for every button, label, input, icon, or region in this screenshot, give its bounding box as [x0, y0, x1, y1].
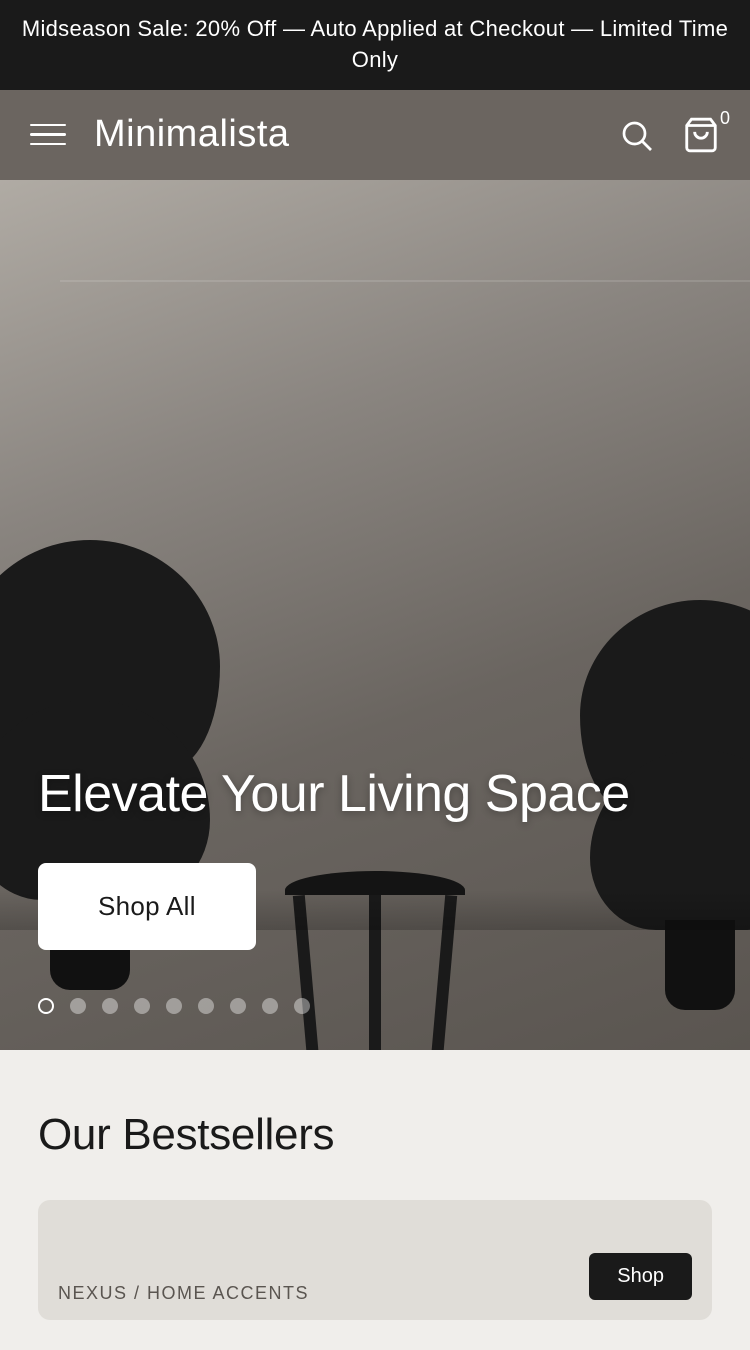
header-left: Minimalista: [30, 113, 290, 156]
hamburger-button[interactable]: [30, 124, 66, 146]
product-shop-button[interactable]: Shop: [589, 1253, 692, 1300]
header: Minimalista 0: [0, 90, 750, 180]
search-icon: [618, 117, 654, 153]
carousel-dot-3[interactable]: [134, 998, 150, 1014]
hero-headline: Elevate Your Living Space: [38, 765, 712, 825]
hero-content: Elevate Your Living Space Shop All: [38, 765, 712, 950]
cart-count: 0: [720, 108, 730, 129]
carousel-dot-6[interactable]: [230, 998, 246, 1014]
cart-button[interactable]: 0: [682, 116, 720, 154]
bestsellers-title: Our Bestsellers: [38, 1110, 712, 1160]
announcement-text: Midseason Sale: 20% Off — Auto Applied a…: [22, 16, 728, 72]
carousel-dot-1[interactable]: [70, 998, 86, 1014]
announcement-bar: Midseason Sale: 20% Off — Auto Applied a…: [0, 0, 750, 90]
brand-name: Minimalista: [94, 113, 290, 156]
carousel-dot-8[interactable]: [294, 998, 310, 1014]
search-button[interactable]: [618, 117, 654, 153]
carousel-dot-5[interactable]: [198, 998, 214, 1014]
carousel-dot-2[interactable]: [102, 998, 118, 1014]
wall-line: [60, 280, 750, 282]
shop-all-button[interactable]: Shop All: [38, 863, 256, 950]
header-right: 0: [618, 116, 720, 154]
product-label: NEXUS / HOME ACCENTS: [58, 1283, 309, 1304]
carousel-dot-7[interactable]: [262, 998, 278, 1014]
bestsellers-section: Our Bestsellers NEXUS / HOME ACCENTS Sho…: [0, 1050, 750, 1350]
cart-icon: [682, 116, 720, 154]
carousel-dot-0[interactable]: [38, 998, 54, 1014]
product-card: NEXUS / HOME ACCENTS Shop: [38, 1200, 712, 1320]
hamburger-icon: [30, 124, 66, 146]
carousel-dot-4[interactable]: [166, 998, 182, 1014]
carousel-dots: [38, 998, 310, 1014]
hero-section: Elevate Your Living Space Shop All: [0, 180, 750, 1050]
